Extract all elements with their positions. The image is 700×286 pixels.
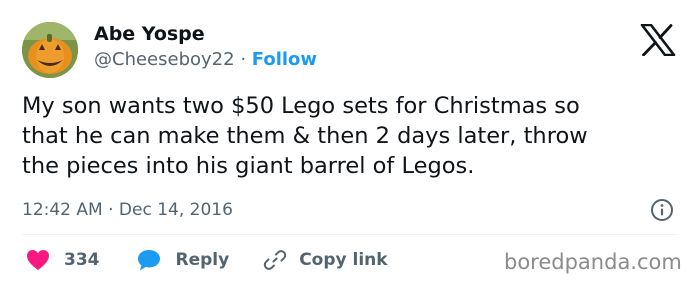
reply-bubble-icon xyxy=(137,250,160,271)
reply-button[interactable]: Reply xyxy=(136,248,230,272)
timestamp-separator: · xyxy=(108,200,114,220)
author-handle-row: @Cheeseboy22 · Follow xyxy=(94,48,317,72)
reply-label: Reply xyxy=(175,250,230,270)
info-icon[interactable] xyxy=(650,198,674,222)
pumpkin-avatar-icon xyxy=(22,22,78,78)
x-logo-icon[interactable] xyxy=(640,24,676,56)
handle-separator: · xyxy=(240,49,247,70)
action-bar: 334 Reply Copy link xyxy=(22,246,388,274)
like-count: 334 xyxy=(64,250,100,270)
avatar[interactable] xyxy=(22,22,78,78)
copy-link-label: Copy link xyxy=(299,250,388,270)
follow-button[interactable]: Follow xyxy=(252,49,317,70)
tweet-timestamp[interactable]: 12:42 AM · Dec 14, 2016 xyxy=(22,198,233,222)
tweet-text: My son wants two $50 Lego sets for Chris… xyxy=(22,93,588,179)
divider xyxy=(22,234,678,235)
copy-link-button[interactable]: Copy link xyxy=(263,248,388,272)
author-name[interactable]: Abe Yospe xyxy=(94,22,205,46)
like-button[interactable]: 334 xyxy=(26,249,100,271)
link-icon xyxy=(264,250,287,270)
author-handle[interactable]: @Cheeseboy22 xyxy=(94,49,235,70)
heart-icon xyxy=(27,250,49,270)
tweet-time: 12:42 AM xyxy=(22,200,103,220)
watermark: boredpanda.com xyxy=(504,250,682,274)
tweet-date: Dec 14, 2016 xyxy=(118,200,233,220)
